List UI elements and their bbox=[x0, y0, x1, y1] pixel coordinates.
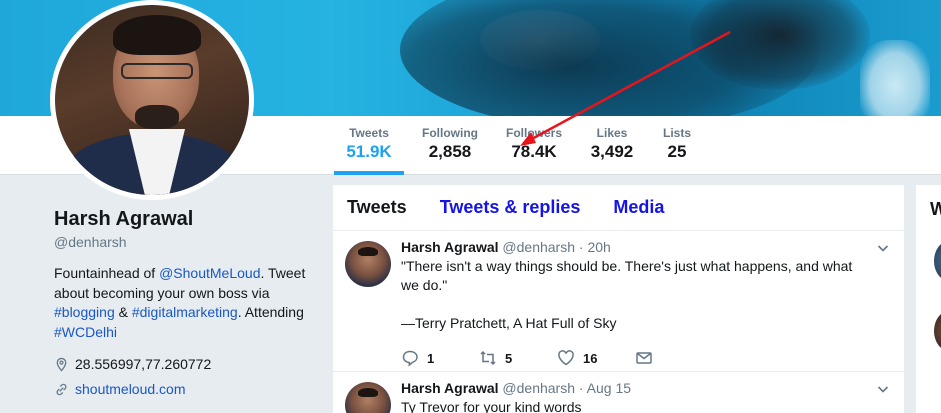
tab-tweets[interactable]: Tweets bbox=[347, 197, 407, 218]
tweet-quote: "There isn't a way things should be. The… bbox=[401, 258, 853, 293]
tweet-author-name[interactable]: Harsh Agrawal bbox=[401, 380, 499, 396]
tweet-actions: 1 5 16 bbox=[401, 345, 890, 371]
stat-tweets-label: Tweets bbox=[349, 126, 389, 140]
stat-lists-label: Lists bbox=[662, 126, 691, 140]
retweet-count: 5 bbox=[505, 350, 513, 366]
like-count: 16 bbox=[583, 350, 598, 366]
retweet-button[interactable]: 5 bbox=[479, 349, 557, 367]
profile-card: Harsh Agrawal @denharsh Fountainhead of … bbox=[54, 208, 324, 397]
location-text: 28.556997,77.260772 bbox=[75, 356, 212, 372]
stat-following-label: Following bbox=[422, 126, 478, 140]
tweet-author-avatar[interactable] bbox=[345, 241, 391, 287]
location-pin-icon bbox=[56, 357, 67, 372]
stat-followers-value: 78.4K bbox=[511, 142, 557, 161]
retweet-icon bbox=[480, 350, 496, 366]
chevron-down-icon[interactable] bbox=[876, 382, 890, 396]
timeline: Tweets Tweets & replies Media Harsh Agra… bbox=[333, 185, 904, 413]
stat-likes[interactable]: Likes 3,492 bbox=[589, 126, 635, 162]
avatar-glasses bbox=[121, 63, 193, 79]
tweet[interactable]: Harsh Agrawal @denharsh · 20h "There isn… bbox=[333, 231, 904, 372]
banner-hand bbox=[860, 40, 930, 116]
bio-text: & bbox=[114, 304, 132, 320]
heart-icon bbox=[558, 350, 574, 366]
bio-mention-link[interactable]: @ShoutMeLoud bbox=[159, 265, 260, 281]
stat-followers[interactable]: Followers 78.4K bbox=[505, 126, 563, 162]
reply-button[interactable]: 1 bbox=[401, 349, 479, 367]
envelope-icon bbox=[636, 352, 652, 364]
tweet-attribution: —Terry Pratchett, A Hat Full of Sky bbox=[401, 315, 617, 331]
tweet-header: Harsh Agrawal @denharsh · 20h bbox=[401, 239, 890, 255]
suggested-user-avatar[interactable] bbox=[934, 241, 941, 281]
profile-avatar[interactable] bbox=[50, 0, 254, 200]
hashtag-link[interactable]: #digitalmarketing bbox=[132, 304, 238, 320]
avatar-beard bbox=[135, 105, 179, 129]
avatar-hair bbox=[113, 15, 201, 55]
chevron-down-icon[interactable] bbox=[876, 241, 890, 255]
stat-following[interactable]: Following 2,858 bbox=[421, 126, 479, 162]
tweet[interactable]: Harsh Agrawal @denharsh · Aug 15 Ty Trev… bbox=[333, 372, 904, 413]
direct-message-button[interactable] bbox=[635, 349, 713, 367]
tweet-header: Harsh Agrawal @denharsh · Aug 15 bbox=[401, 380, 890, 396]
bio-text: . Attending bbox=[237, 304, 304, 320]
tab-media[interactable]: Media bbox=[613, 197, 664, 218]
tweet-text: Ty Trevor for your kind words bbox=[401, 399, 582, 413]
profile-handle[interactable]: @denharsh bbox=[54, 234, 324, 250]
who-to-follow-panel: W bbox=[916, 185, 941, 413]
hashtag-link[interactable]: #blogging bbox=[54, 304, 115, 320]
website-link[interactable]: shoutmeloud.com bbox=[75, 381, 186, 397]
hashtag-link[interactable]: #WCDelhi bbox=[54, 324, 117, 340]
stat-lists-value: 25 bbox=[667, 142, 687, 161]
tweet-handle-time[interactable]: @denharsh · 20h bbox=[502, 239, 610, 255]
tweet-author-avatar[interactable] bbox=[345, 382, 391, 413]
stat-tweets[interactable]: Tweets 51.9K bbox=[334, 126, 404, 175]
stat-followers-label: Followers bbox=[505, 126, 562, 140]
profile-name[interactable]: Harsh Agrawal bbox=[54, 208, 324, 231]
panel-heading-fragment: W bbox=[930, 199, 941, 219]
like-button[interactable]: 16 bbox=[557, 349, 635, 367]
reply-count: 1 bbox=[427, 350, 435, 366]
tweet-author-name[interactable]: Harsh Agrawal bbox=[401, 239, 499, 255]
stat-likes-label: Likes bbox=[596, 126, 628, 140]
tab-tweets-and-replies[interactable]: Tweets & replies bbox=[440, 197, 581, 218]
stat-likes-value: 3,492 bbox=[590, 142, 634, 161]
bio-text: Fountainhead of bbox=[54, 265, 160, 281]
stat-following-value: 2,858 bbox=[428, 142, 472, 161]
stat-tweets-value: 51.9K bbox=[346, 142, 392, 161]
avatar-photo bbox=[55, 5, 249, 195]
profile-location: 28.556997,77.260772 bbox=[54, 356, 324, 372]
timeline-tabs: Tweets Tweets & replies Media bbox=[333, 185, 904, 231]
suggested-user-avatar[interactable] bbox=[934, 311, 941, 351]
profile-bio: Fountainhead of @ShoutMeLoud. Tweet abou… bbox=[54, 264, 310, 342]
tweet-text: "There isn't a way things should be. The… bbox=[401, 257, 871, 333]
profile-website[interactable]: shoutmeloud.com bbox=[54, 381, 324, 397]
tweet-handle-time[interactable]: @denharsh · Aug 15 bbox=[502, 380, 631, 396]
link-icon bbox=[56, 383, 67, 395]
reply-icon bbox=[402, 350, 418, 367]
stat-lists[interactable]: Lists 25 bbox=[662, 126, 692, 162]
